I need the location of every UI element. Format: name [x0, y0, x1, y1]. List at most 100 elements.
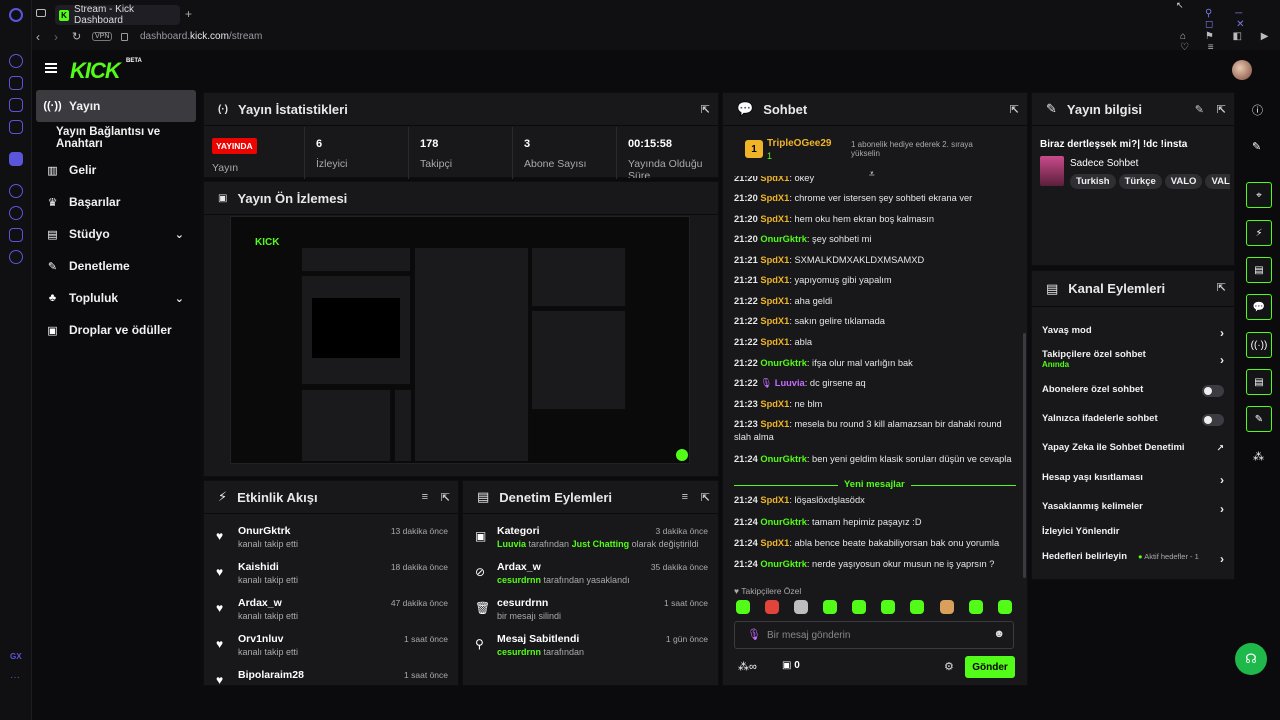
popout-icon[interactable]: ⇱ [701, 491, 710, 504]
avatar[interactable] [1232, 60, 1252, 80]
sidebar-item-denetleme[interactable]: ✎ Denetleme [36, 250, 196, 282]
chat-username[interactable]: SpdX1 [760, 495, 789, 505]
popout-icon[interactable]: ⇱ [1217, 281, 1226, 294]
mic-icon[interactable]: 🎙 [747, 628, 761, 641]
feed-name[interactable]: Ardax_w [238, 597, 282, 609]
rail-lightning-icon[interactable]: ⚡ [1246, 220, 1272, 246]
category-name[interactable]: Sadece Sohbet [1070, 158, 1138, 169]
support-fab-icon[interactable]: ☊ [1235, 643, 1267, 675]
back-icon[interactable]: ‹ [36, 30, 40, 44]
chat-username[interactable]: OnurGktrk [760, 234, 807, 244]
community-icon[interactable]: ⁂∞ [738, 660, 757, 673]
popout-icon[interactable]: ⇱ [1217, 103, 1226, 116]
top-gifter-name[interactable]: TripleOGee29 [767, 138, 831, 149]
sidebar-item-yayin[interactable]: ((·)) Yayın [36, 90, 196, 122]
stream-preview-video[interactable]: KICK [230, 216, 690, 464]
forward-icon[interactable]: › [54, 30, 58, 44]
sidebar-item-gelir[interactable]: ▥ Gelir [36, 154, 196, 186]
chat-username[interactable]: SpdX1 [760, 419, 789, 429]
rail-icon-6[interactable] [9, 184, 23, 198]
chat-username[interactable]: OnurGktrk [760, 517, 807, 527]
chat-username[interactable]: SpdX1 [760, 275, 789, 285]
sidebar-item-stream-key[interactable]: Yayın Bağlantısı ve Anahtarı [36, 122, 196, 154]
toggle-switch[interactable] [1202, 385, 1224, 397]
chat-username[interactable]: SpdX1 [760, 337, 789, 347]
send-button[interactable]: Gönder [965, 656, 1015, 678]
emote-8[interactable] [940, 600, 954, 614]
popout-icon[interactable]: ⇱ [441, 491, 450, 504]
twitch-icon[interactable] [9, 152, 23, 166]
emote-2[interactable] [765, 600, 779, 614]
sidebar-item-droplar[interactable]: ▣ Droplar ve ödüller [36, 314, 196, 346]
rail-clip-icon[interactable]: ⌖ [1246, 182, 1272, 208]
action-ai-moderation[interactable]: Yapay Zeka ile Sohbet Denetimi ↗ [1042, 442, 1224, 464]
emoji-icon[interactable]: ☻ [993, 628, 1005, 640]
rail-icon-7[interactable] [9, 206, 23, 220]
more-icon[interactable]: ··· [10, 672, 20, 683]
feed-name[interactable]: Kaishidi [238, 561, 279, 573]
emote-10[interactable] [998, 600, 1012, 614]
chat-username[interactable]: SpdX1 [760, 399, 789, 409]
mod-category[interactable]: Just Chatting [572, 539, 630, 549]
action-goals[interactable]: Hedefleri belirleyin ● Aktif hedefler - 1… [1042, 551, 1224, 573]
action-raid[interactable]: İzleyici Yönlendir [1042, 526, 1224, 548]
chat-username[interactable]: SpdX1 [760, 296, 789, 306]
reload-icon[interactable]: ↻ [72, 30, 81, 43]
rail-document-icon[interactable]: ▤ [1246, 257, 1272, 283]
edit-icon[interactable]: ✎ [1195, 103, 1204, 116]
rail-chat-icon[interactable]: 💬 [1246, 294, 1272, 320]
chat-input[interactable]: 🎙 Bir mesaj gönderin ☻ [734, 621, 1014, 649]
rail-icon-4[interactable] [9, 120, 23, 134]
chat-username[interactable]: SpdX1 [760, 176, 789, 183]
url-text[interactable]: dashboard.kick.com/stream [140, 31, 262, 42]
tag[interactable]: VALO [1164, 174, 1203, 189]
action-emotes-only[interactable]: Yalnızca ifadelerle sohbet [1042, 413, 1224, 435]
emote-6[interactable] [881, 600, 895, 614]
chat-username[interactable]: OnurGktrk [760, 358, 807, 368]
rail-wrench-icon[interactable]: ✎ [1246, 406, 1272, 432]
chat-username[interactable]: SpdX1 [760, 193, 789, 203]
vpn-badge[interactable]: VPN [92, 32, 113, 41]
feed-name[interactable]: Bipolaraim28 [238, 669, 304, 681]
rail-icon-1[interactable] [9, 54, 23, 68]
mod-name[interactable]: Ardax_w [497, 561, 541, 573]
tag[interactable]: Turkish [1070, 174, 1116, 189]
category-thumbnail[interactable] [1040, 156, 1064, 186]
mod-user[interactable]: Luuvia [497, 539, 526, 549]
mod-name[interactable]: cesurdrnn [497, 597, 548, 609]
emote-7[interactable] [910, 600, 924, 614]
tag[interactable]: Türkçe [1118, 174, 1162, 189]
rail-icon-3[interactable] [9, 98, 23, 112]
mod-user[interactable]: cesurdrnn [497, 575, 541, 585]
action-account-age[interactable]: Hesap yaşı kısıtlaması › [1042, 472, 1224, 494]
action-subs-only[interactable]: Abonelere özel sohbet [1042, 384, 1224, 406]
channel-points[interactable]: ▣ 0 [782, 660, 800, 671]
rail-icon-8[interactable] [9, 228, 23, 242]
popout-icon[interactable]: ⇱ [1010, 103, 1019, 116]
toggle-switch[interactable] [1202, 414, 1224, 426]
chat-username[interactable]: SpdX1 [760, 538, 789, 548]
sidebar-item-studyo[interactable]: ▤ Stüdyo ⌄ [36, 218, 196, 250]
chat-username[interactable]: SpdX1 [760, 316, 789, 326]
rail-actions-icon[interactable]: ▤ [1246, 369, 1272, 395]
emote-4[interactable] [823, 600, 837, 614]
rail-broadcast-icon[interactable]: ((·)) [1246, 332, 1272, 358]
action-slow-mode[interactable]: Yavaş mod › [1042, 325, 1224, 347]
chat-username[interactable]: OnurGktrk [760, 559, 807, 569]
emote-5[interactable] [852, 600, 866, 614]
action-banned-words[interactable]: Yasaklanmış kelimeler › [1042, 501, 1224, 523]
action-followers-only[interactable]: Takipçilere özel sohbet Anında › [1042, 349, 1224, 371]
chat-username[interactable]: SpdX1 [760, 255, 789, 265]
new-tab-icon[interactable]: + [185, 7, 192, 21]
tag[interactable]: VAL [1205, 174, 1230, 189]
chat-username[interactable]: OnurGktrk [760, 454, 807, 464]
info-icon[interactable]: ⓘ [1252, 102, 1263, 118]
popout-icon[interactable]: ⇱ [701, 103, 710, 116]
kick-logo[interactable]: KICK [70, 58, 121, 84]
mod-user[interactable]: cesurdrnn [497, 647, 541, 657]
opera-logo-icon[interactable] [9, 8, 23, 22]
edit-icon[interactable]: ✎ [1252, 140, 1261, 153]
sidebar-item-topluluk[interactable]: ♣ Topluluk ⌄ [36, 282, 196, 314]
filter-icon[interactable]: ≡ [422, 491, 428, 503]
feed-name[interactable]: OnurGktrk [238, 525, 291, 537]
